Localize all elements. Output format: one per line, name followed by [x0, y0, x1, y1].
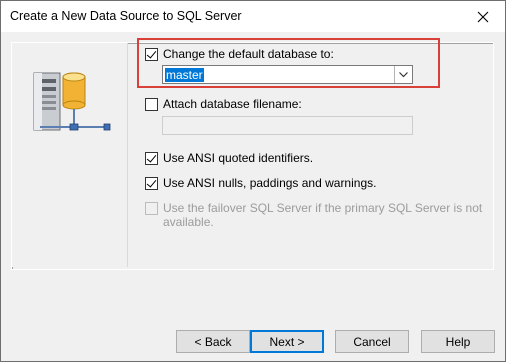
database-combobox[interactable]: master: [162, 65, 413, 84]
close-button[interactable]: [461, 1, 505, 32]
change-default-db-row[interactable]: Change the default database to:: [145, 47, 334, 61]
image-panel: [12, 43, 128, 267]
database-combobox-arrow[interactable]: [394, 66, 412, 83]
failover-checkbox: [145, 202, 158, 215]
change-default-db-label: Change the default database to:: [163, 47, 334, 61]
ansi-nulls-label: Use ANSI nulls, paddings and warnings.: [163, 176, 377, 190]
window-title: Create a New Data Source to SQL Server: [10, 9, 242, 23]
ansi-quoted-row[interactable]: Use ANSI quoted identifiers.: [145, 151, 313, 165]
attach-db-label: Attach database filename:: [163, 97, 302, 111]
server-database-icon: [33, 72, 111, 131]
close-icon: [477, 11, 489, 22]
failover-label-line1: Use the failover SQL Server if the prima…: [163, 201, 483, 215]
cancel-button[interactable]: Cancel: [335, 330, 409, 353]
dialog-window: Create a New Data Source to SQL Server C…: [0, 0, 506, 362]
chevron-down-icon: [399, 71, 408, 77]
attach-db-checkbox[interactable]: [145, 98, 158, 111]
ansi-nulls-checkbox[interactable]: [145, 177, 158, 190]
help-button[interactable]: Help: [421, 330, 495, 353]
ansi-quoted-label: Use ANSI quoted identifiers.: [163, 151, 314, 165]
back-button[interactable]: < Back: [176, 330, 250, 353]
title-bar: Create a New Data Source to SQL Server: [1, 1, 505, 32]
failover-label-line2: available.: [163, 215, 214, 229]
next-button[interactable]: Next >: [250, 330, 324, 353]
failover-label: Use the failover SQL Server if the prima…: [163, 201, 482, 229]
ansi-quoted-checkbox[interactable]: [145, 152, 158, 165]
change-default-db-checkbox[interactable]: [145, 48, 158, 61]
attach-db-row[interactable]: Attach database filename:: [145, 97, 302, 111]
failover-row: Use the failover SQL Server if the prima…: [145, 201, 482, 229]
attach-db-filename-field: [162, 116, 413, 135]
database-combobox-value: master: [165, 68, 204, 82]
ansi-nulls-row[interactable]: Use ANSI nulls, paddings and warnings.: [145, 176, 376, 190]
